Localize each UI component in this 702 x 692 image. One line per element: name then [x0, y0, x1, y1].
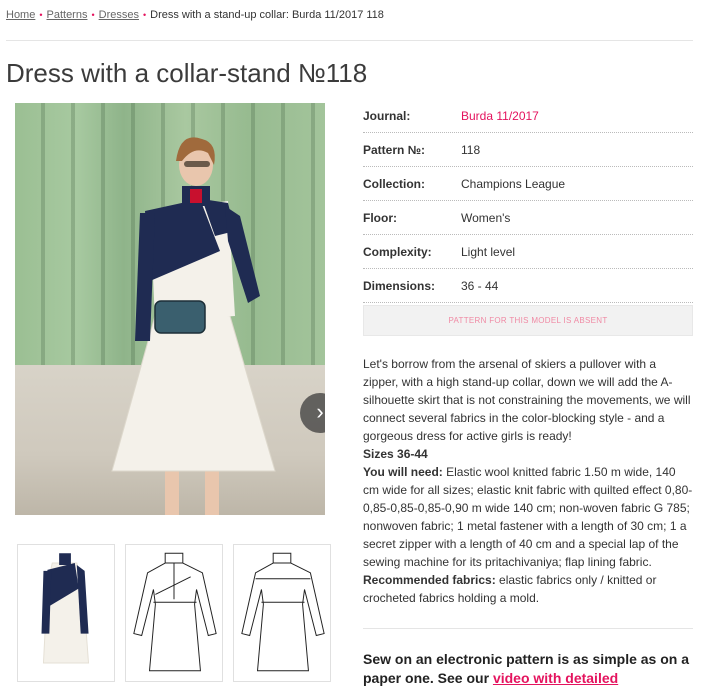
chevron-right-icon: › — [316, 399, 324, 424]
spec-label: Collection: — [363, 176, 425, 191]
page-title: Dress with a collar-stand №118 — [6, 58, 368, 88]
sizes-heading: Sizes 36-44 — [363, 447, 428, 461]
spec-label: Complexity: — [363, 244, 432, 259]
spec-value: Champions League — [461, 176, 566, 191]
spec-label: Pattern №: — [363, 142, 426, 157]
breadcrumb-home[interactable]: Home — [6, 9, 35, 21]
spec-value: 36 - 44 — [461, 278, 499, 293]
recommended-fabrics-paragraph: Recommended fabrics: elastic fabrics onl… — [363, 571, 693, 607]
spec-collection: Collection: Champions League — [363, 167, 693, 201]
breadcrumb-current: Dress with a stand-up collar: Burda 11/2… — [150, 9, 384, 21]
dress-back-sketch-icon — [241, 552, 325, 672]
spec-journal: Journal: Burda 11/2017 — [363, 99, 693, 133]
pattern-description: Let's borrow from the arsenal of skiers … — [363, 355, 693, 607]
main-product-image[interactable]: › — [15, 103, 325, 515]
back-sketch-thumbnail[interactable] — [233, 544, 331, 682]
spec-value: 118 — [461, 142, 481, 157]
front-sketch-thumbnail[interactable] — [125, 544, 223, 682]
breadcrumb-separator: • — [39, 10, 43, 20]
dress-front-sketch-icon — [133, 552, 217, 672]
pattern-specs: Journal: Burda 11/2017 Pattern №: 118 Co… — [363, 99, 693, 336]
breadcrumb-separator: • — [142, 10, 147, 20]
dress-photo-icon — [41, 553, 90, 664]
materials-paragraph: You will need: Elastic wool knitted fabr… — [363, 463, 693, 571]
you-will-need-label: You will need: — [363, 465, 443, 479]
divider — [363, 628, 693, 629]
breadcrumb-patterns[interactable]: Patterns — [47, 9, 88, 21]
photo-thumbnail[interactable] — [17, 544, 115, 682]
spec-complexity: Complexity: Light level — [363, 235, 693, 269]
electronic-pattern-promo: Sew on an electronic pattern is as simpl… — [363, 650, 693, 692]
spec-value: Women's — [461, 210, 511, 225]
spec-floor: Floor: Women's — [363, 201, 693, 235]
spec-dimensions: Dimensions: 36 - 44 — [363, 269, 693, 303]
divider — [6, 40, 693, 41]
pattern-absent-notice: PATTERN FOR THIS MODEL IS ABSENT — [363, 305, 693, 336]
spec-pattern-number: Pattern №: 118 — [363, 133, 693, 167]
model-figure — [111, 137, 276, 515]
spec-value: Light level — [461, 244, 516, 259]
spec-label: Dimensions: — [363, 278, 436, 293]
recommended-fabrics-label: Recommended fabrics: — [363, 573, 496, 587]
breadcrumb: Home • Patterns • Dresses • Dress with a stand… — [6, 9, 384, 21]
breadcrumb-dresses[interactable]: Dresses — [99, 9, 139, 21]
spec-label: Floor: — [363, 210, 397, 225]
breadcrumb-separator: • — [91, 10, 95, 20]
journal-link[interactable]: Burda 11/2017 — [461, 109, 539, 123]
you-will-need-text: Elastic wool knitted fabric 1.50 m wide,… — [363, 465, 693, 569]
description-intro: Let's borrow from the arsenal of skiers … — [363, 357, 691, 443]
spec-label: Journal: — [363, 108, 411, 123]
